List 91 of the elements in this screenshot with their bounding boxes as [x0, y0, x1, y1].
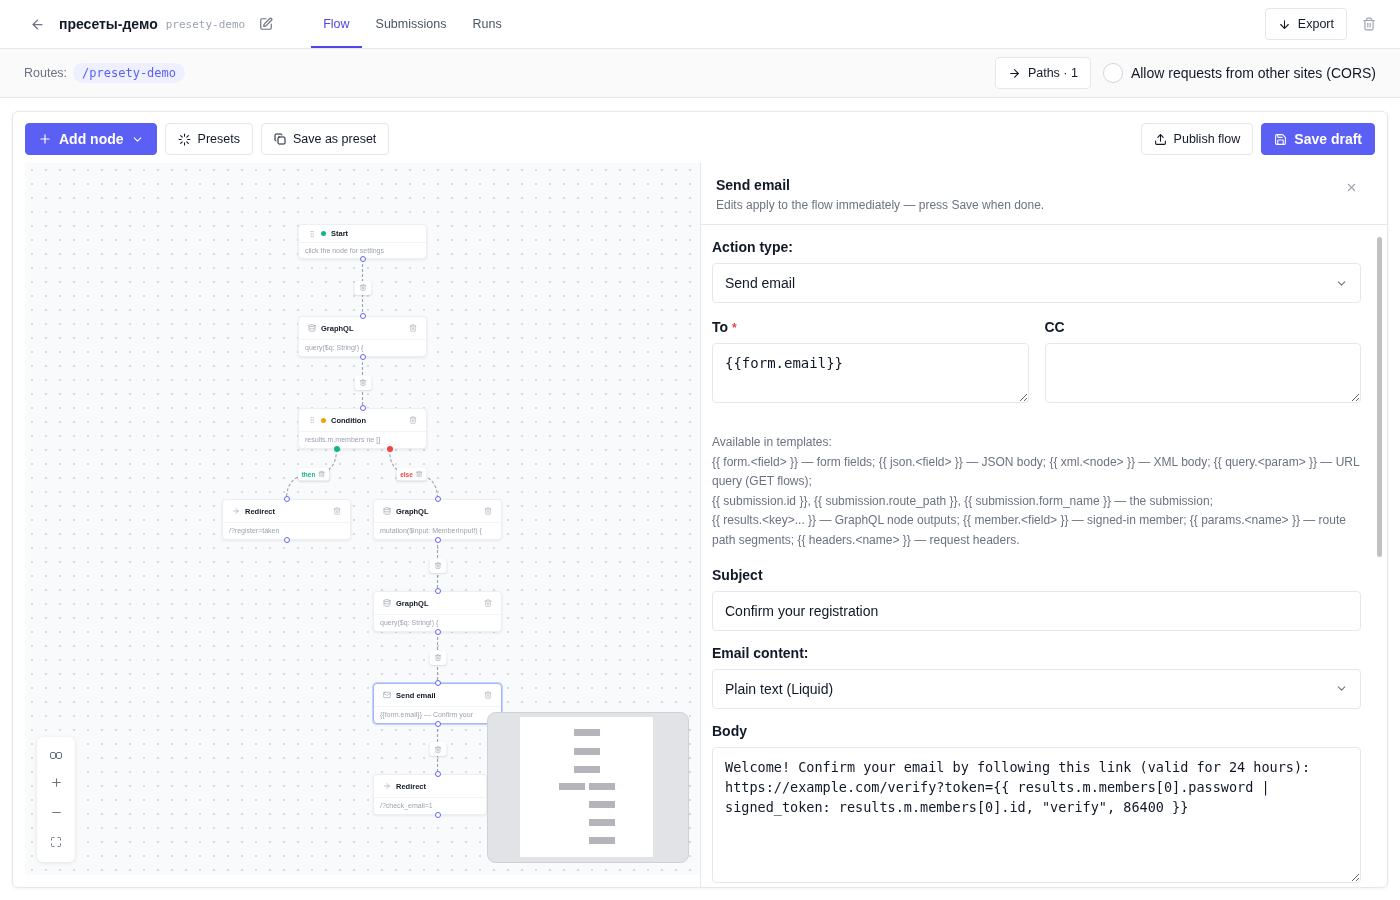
sparkle-icon	[177, 132, 191, 146]
connection-handle[interactable]	[434, 537, 441, 543]
tab[interactable]: Runs	[460, 0, 514, 48]
connection-handle[interactable]	[359, 313, 366, 319]
publish-button[interactable]: Publish flow	[1140, 123, 1254, 155]
trash-icon[interactable]	[409, 324, 417, 332]
arrow-down-icon	[1277, 17, 1291, 31]
action-type-select[interactable]: Send email	[712, 263, 1361, 303]
connection-handle[interactable]	[434, 771, 441, 777]
connection-handle[interactable]	[434, 629, 441, 635]
paths-button[interactable]: Paths · 1	[994, 57, 1091, 89]
export-button[interactable]: Export	[1264, 8, 1347, 40]
arrow-right-icon	[232, 507, 240, 515]
add-node-button[interactable]: Add node	[25, 123, 157, 155]
presets-button[interactable]: Presets	[164, 123, 253, 155]
arrow-right-icon	[383, 782, 391, 790]
help-text: Available in templates:	[712, 434, 833, 451]
to-field[interactable]: {{form.email}}	[712, 343, 1029, 403]
trash-icon	[434, 654, 441, 661]
field-label: Email content:	[712, 644, 810, 661]
connection-handle[interactable]	[283, 537, 290, 543]
help-text: {{ submission.id }}, {{ submission.route_path }}, {{ submission.form_name }} — the submission;	[712, 492, 1214, 510]
connection-handle[interactable]	[434, 812, 441, 818]
connection-handle[interactable]	[283, 496, 290, 502]
trash-icon[interactable]	[333, 507, 341, 515]
database-icon	[383, 599, 391, 607]
panel-subtitle: Edits apply to the flow immediately — press Save when done.	[716, 198, 1046, 212]
trash-icon	[359, 284, 366, 291]
cors-label: Allow requests from other sites (CORS)	[1130, 65, 1376, 81]
plus-icon	[38, 132, 52, 146]
delete-edge-button[interactable]	[354, 280, 371, 295]
flow-slug: presety-demo	[165, 17, 246, 31]
required-mark: *	[732, 321, 737, 335]
save-icon	[1274, 132, 1288, 146]
upload-icon	[1153, 132, 1167, 146]
database-icon	[308, 324, 316, 332]
fit-view-icon[interactable]	[50, 835, 62, 848]
trash-icon	[434, 745, 441, 753]
route-tag[interactable]: /presety-demo	[73, 63, 185, 83]
zoom-in-icon[interactable]	[49, 775, 63, 789]
trash-icon[interactable]	[484, 691, 492, 699]
delete-edge-button[interactable]	[429, 650, 446, 665]
help-text: {{ form.<field> }} — form fields; {{ json.<field> }} — JSON body; {{ xml.<node> }} — XML body; {{ query.<param> }} — URL query (GET flows);	[712, 453, 1361, 491]
trash-icon[interactable]	[318, 470, 326, 478]
edit-button[interactable]	[259, 17, 274, 31]
field-label: To	[712, 319, 729, 335]
field-label: Subject	[712, 566, 764, 583]
connection-handle[interactable]	[359, 256, 366, 262]
back-button[interactable]	[30, 16, 45, 32]
close-button[interactable]	[1345, 181, 1358, 194]
connection-handle[interactable]	[434, 680, 441, 686]
field-label: Body	[712, 722, 748, 739]
connection-handle[interactable]	[359, 405, 366, 411]
body-field[interactable]: Welcome! Confirm your email by following this link (valid for 24 hours): https://example.com/verify?token={{ results.m.members[0].password | signed_token: results.m.members[0].id, "verify", 86400 }}	[712, 746, 1361, 883]
copy-icon	[273, 133, 286, 145]
drag-handle-icon[interactable]	[308, 416, 316, 424]
connection-handle[interactable]	[434, 588, 441, 594]
delete-edge-button[interactable]	[429, 558, 446, 573]
connection-handle[interactable]	[434, 496, 441, 502]
delete-button[interactable]	[1362, 17, 1376, 31]
trash-icon	[434, 562, 441, 569]
toggle-icon[interactable]	[50, 751, 62, 759]
cc-field[interactable]	[1044, 343, 1361, 403]
field-label: Action type:	[712, 239, 794, 255]
routes-label: Routes:	[24, 66, 68, 80]
trash-icon[interactable]	[484, 507, 492, 515]
delete-edge-button[interactable]	[429, 742, 446, 756]
panel-title: Send email	[716, 177, 791, 193]
minimap-drawing[interactable]	[487, 712, 689, 863]
tab[interactable]: Submissions	[363, 0, 459, 48]
branch-handle[interactable]	[386, 446, 393, 452]
connection-handle[interactable]	[434, 721, 441, 727]
arrow-right-icon	[1007, 66, 1021, 80]
database-icon	[383, 507, 391, 515]
trash-icon[interactable]	[484, 599, 492, 607]
trash-icon	[359, 379, 366, 386]
delete-edge-button[interactable]	[354, 375, 371, 390]
mail-icon	[383, 691, 391, 699]
email-content-select[interactable]: Plain text (Liquid)	[712, 668, 1361, 709]
field-label: CC	[1044, 319, 1066, 335]
save-preset-button[interactable]: Save as preset	[260, 123, 390, 155]
trash-icon[interactable]	[415, 470, 423, 478]
subject-field[interactable]: Confirm your registration	[712, 590, 1361, 631]
branch-handle[interactable]	[333, 446, 340, 452]
trash-icon[interactable]	[409, 416, 417, 424]
help-text: {{ results.<key>... }} — GraphQL node outputs; {{ member.<field> }} — signed-in member; {{ params.<name> }} — route path segments; {{ headers.<name> }} — request headers.	[712, 512, 1347, 549]
cors-checkbox[interactable]	[1102, 63, 1123, 83]
save-draft-button[interactable]: Save draft	[1261, 123, 1375, 155]
flow-title: пресеты-демо	[59, 16, 158, 32]
drag-handle-icon[interactable]	[308, 229, 316, 238]
connection-handle[interactable]	[359, 354, 366, 360]
